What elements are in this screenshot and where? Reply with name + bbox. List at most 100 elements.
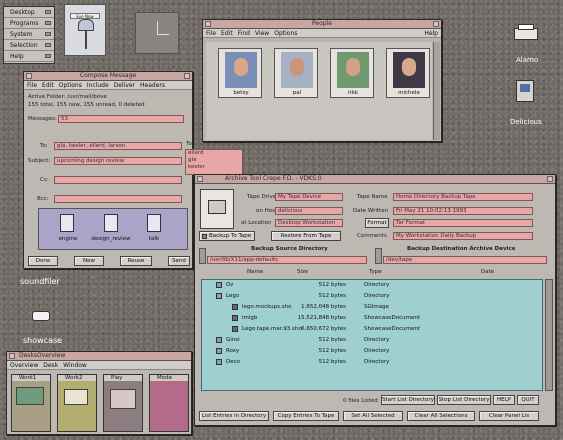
toolchest-item[interactable]: Help [4,51,54,62]
file-row[interactable]: Ginsi 512 bytes Directory [202,335,542,346]
compose-menu-include[interactable]: Include [87,81,109,89]
people-scrollbar[interactable] [433,42,440,140]
on-host-field[interactable]: delicious [275,207,343,215]
to-side-item[interactable]: ellerd [188,150,242,157]
format-field[interactable]: Tar Format [393,219,533,227]
desk-work2[interactable]: Work2 [57,374,97,432]
to-side-list[interactable]: ellerd gla keeler [185,149,243,175]
compose-menu-headers[interactable]: Headers [140,81,165,89]
copy-entries-button[interactable]: Copy Entries To Tape [273,411,339,421]
people-titlebar[interactable]: People [203,20,441,29]
restore-from-tape-button[interactable]: Restore From Tape [271,231,341,241]
date-written-field[interactable]: Fri May 21 10:02:13 1993 [393,207,533,215]
attachment-design-review[interactable]: design_review [91,212,131,248]
to-field[interactable]: gla, keeler, ellerd, larson [54,142,182,150]
dest-scroll-left[interactable] [375,248,382,264]
messages-field[interactable]: 53 [58,115,184,123]
showcase-icon[interactable] [30,307,52,325]
source-field[interactable]: /usr/lib/X11/app-defaults [207,256,367,264]
document-icon [147,214,161,232]
mailbox-icon[interactable]: Eye Now [64,4,106,56]
tape-drive-icon [200,189,234,229]
file-type: Directory [364,359,390,365]
to-side-item[interactable]: keeler [188,164,242,171]
clear-panel-list-button[interactable]: Clear Panel Lis [479,411,539,421]
desks-menu-desk[interactable]: Desk [43,361,58,369]
format-button[interactable]: Format [365,218,389,228]
file-row[interactable]: Lego 512 bytes Directory [202,291,542,302]
attachment-talk[interactable]: talk [139,212,169,248]
desks-titlebar[interactable]: DesksOverview [7,352,191,361]
toolchest-item-label: System [10,31,33,38]
desk-work1[interactable]: Work1 [11,374,51,432]
stop-list-button[interactable]: Stop List Directory [437,395,491,405]
source-scroll-left[interactable] [199,248,206,264]
list-entries-button[interactable]: List Entries in Directory [199,411,269,421]
subject-label: Subject: [28,158,51,164]
start-list-button[interactable]: Start List Directory [381,395,435,405]
messages-label: Messages: [28,116,57,122]
people-menu-options[interactable]: Options [274,29,297,37]
reuse-button[interactable]: Reuse [120,256,152,266]
backup-to-tape-button[interactable]: Backup To Tape [199,231,255,241]
compose-menu-file[interactable]: File [27,81,37,89]
set-all-selected-button[interactable]: Set All Selected [343,411,403,421]
file-list[interactable]: Oz 512 bytes Directory Lego 512 bytes Directo… [201,279,543,391]
help-button[interactable]: HELP [493,395,515,405]
file-list-scrollbar[interactable] [545,279,553,391]
computer-icon[interactable] [514,80,538,108]
toolchest-item[interactable]: Selection [4,40,54,51]
person-card[interactable]: rikk [330,48,374,98]
cc-field[interactable] [54,176,182,184]
tape-drive-field[interactable]: My Tape Device [275,193,343,201]
file-row[interactable]: Deco 512 bytes Directory [202,357,542,368]
people-menu-file[interactable]: File [206,29,216,37]
send-button[interactable]: Send [168,256,190,266]
quit-button[interactable]: QUIT [517,395,539,405]
new-button[interactable]: New [74,256,104,266]
desk-mode[interactable]: Mode [149,374,189,432]
people-menu-find[interactable]: Find [238,29,250,37]
compose-titlebar[interactable]: Compose Message [24,72,192,81]
person-card[interactable]: pal [274,48,318,98]
tape-name-field[interactable]: Home Directory Backup Tape [393,193,533,201]
person-card[interactable]: michele [386,48,430,98]
file-row[interactable]: Roxy 512 bytes Directory [202,346,542,357]
desks-menu-overview[interactable]: Overview [10,361,38,369]
compose-menu-edit[interactable]: Edit [42,81,54,89]
clear-all-selections-button[interactable]: Clear All Selections [407,411,475,421]
archive-titlebar[interactable]: Archive Tool Crepe F.D. - VDKS.0 [195,175,555,184]
toolchest-item[interactable]: Programs [4,18,54,29]
subject-field[interactable]: upcoming design review [54,157,182,165]
file-row[interactable]: Oz 512 bytes Directory [202,280,542,291]
attachment-engine[interactable]: engine [53,212,83,248]
file-type: Directory [364,282,390,288]
toolchest-item[interactable]: System [4,29,54,40]
file-row[interactable]: imlgb 15,521,848 bytes ShowcaseDocument [202,313,542,324]
toolchest-item-label: Programs [10,20,39,27]
done-button[interactable]: Done [28,256,58,266]
person-card[interactable]: betsy [218,48,262,98]
clock-icon[interactable] [135,12,179,54]
bcc-field[interactable] [54,195,182,203]
document-icon [60,214,74,232]
comments-field[interactable]: My Workstation Daily Backup [393,232,533,240]
people-menu-help[interactable]: Help [424,29,441,37]
printer-icon[interactable] [508,24,544,46]
compose-menu-options[interactable]: Options [59,81,82,89]
comments-label: Comments [357,233,387,239]
people-menu-view[interactable]: View [255,29,269,37]
computer-label: Delicious [510,118,542,126]
compose-window: Compose Message File Edit Options Includ… [23,71,193,269]
desk-play[interactable]: Play [103,374,143,432]
submenu-indicator-icon [45,32,51,36]
desks-menu-window[interactable]: Window [63,361,87,369]
file-row[interactable]: lego.mockups.sho 1,652,048 bytes SGImage [202,302,542,313]
people-menu-edit[interactable]: Edit [221,29,233,37]
toolchest-item[interactable]: Desktop [4,7,54,18]
file-row[interactable]: Lego.tape.mar.93.sho 6,650,672 bytes Showc… [202,324,542,335]
dest-field[interactable]: /dev/tape [383,256,547,264]
compose-menu-deliver[interactable]: Deliver [114,81,135,89]
to-side-item[interactable]: gla [188,157,242,164]
at-location-field[interactable]: Desktop Workstation [275,219,343,227]
